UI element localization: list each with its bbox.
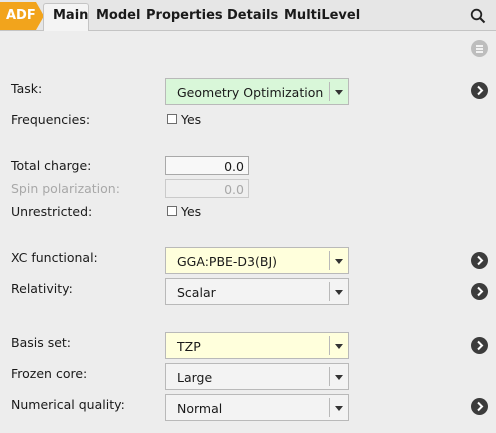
frozen-core-value: Large: [177, 370, 213, 385]
xc-functional-details-arrow-icon[interactable]: [471, 252, 488, 269]
panel-menu-icon[interactable]: [471, 40, 488, 57]
spin-polarization-input: 0.0: [165, 179, 249, 198]
top-tab-bar: ADF Main Model Properties Details MultiL…: [0, 0, 496, 31]
numerical-quality-details-arrow-icon[interactable]: [471, 398, 488, 415]
tab-adf-label: ADF: [6, 8, 36, 23]
numerical-quality-label: Numerical quality:: [11, 397, 125, 412]
basis-set-select[interactable]: TZP: [165, 332, 349, 359]
chevron-down-icon: [335, 375, 343, 380]
frequencies-label: Frequencies:: [11, 112, 91, 127]
task-details-arrow-icon[interactable]: [471, 82, 488, 99]
relativity-value: Scalar: [177, 285, 216, 300]
basis-set-details-arrow-icon[interactable]: [471, 337, 488, 354]
chevron-down-icon: [335, 90, 343, 95]
total-charge-label: Total charge:: [11, 158, 92, 173]
spin-polarization-label: Spin polarization:: [11, 181, 120, 196]
relativity-details-arrow-icon[interactable]: [471, 283, 488, 300]
numerical-quality-select[interactable]: Normal: [165, 394, 349, 421]
tab-properties[interactable]: Properties: [146, 8, 223, 23]
numerical-quality-value: Normal: [177, 401, 223, 416]
frozen-core-label: Frozen core:: [11, 366, 88, 381]
basis-set-label: Basis set:: [11, 335, 72, 350]
basis-set-value: TZP: [177, 339, 201, 354]
search-icon[interactable]: [470, 8, 486, 24]
tab-details[interactable]: Details: [227, 8, 278, 23]
chevron-down-icon: [335, 259, 343, 264]
xc-functional-label: XC functional:: [11, 250, 98, 265]
tab-main[interactable]: Main: [43, 3, 89, 31]
tab-multilevel[interactable]: MultiLevel: [284, 8, 360, 23]
xc-functional-select[interactable]: GGA:PBE-D3(BJ): [165, 247, 349, 274]
relativity-select[interactable]: Scalar: [165, 278, 349, 305]
frequencies-checkbox[interactable]: [167, 114, 177, 124]
task-value: Geometry Optimization: [177, 85, 324, 100]
xc-functional-value: GGA:PBE-D3(BJ): [177, 254, 278, 269]
task-select[interactable]: Geometry Optimization: [165, 78, 349, 105]
frozen-core-select[interactable]: Large: [165, 363, 349, 390]
unrestricted-label: Unrestricted:: [11, 204, 93, 219]
tab-model[interactable]: Model: [96, 8, 140, 23]
total-charge-input[interactable]: 0.0: [165, 156, 249, 175]
chevron-down-icon: [335, 344, 343, 349]
relativity-label: Relativity:: [11, 281, 73, 296]
unrestricted-checkbox-label[interactable]: Yes: [181, 204, 201, 219]
frequencies-checkbox-label[interactable]: Yes: [181, 112, 201, 127]
chevron-down-icon: [335, 406, 343, 411]
chevron-down-icon: [335, 290, 343, 295]
unrestricted-checkbox[interactable]: [167, 206, 177, 216]
task-label: Task:: [11, 81, 43, 96]
